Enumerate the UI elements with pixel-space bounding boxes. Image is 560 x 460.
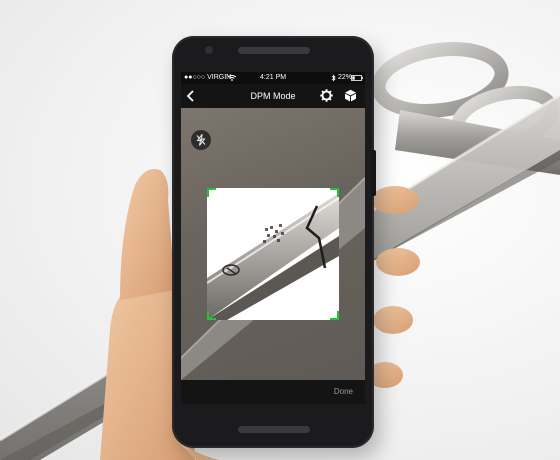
- chevron-left-icon[interactable]: [186, 90, 196, 102]
- scan-corner-bottom-left: [207, 311, 216, 320]
- phone-side-button: [371, 150, 376, 196]
- carrier-label: ●●○○○ VIRGIN: [184, 74, 232, 81]
- bottom-speaker-grille: [238, 426, 310, 433]
- bluetooth-icon: [331, 74, 336, 82]
- battery-icon: [351, 75, 363, 81]
- scan-corner-bottom-right: [330, 311, 339, 320]
- camera-viewfinder[interactable]: [181, 108, 365, 380]
- scan-corner-top-left: [207, 188, 216, 197]
- phone-screen: ●●○○○ VIRGIN 4:21 PM 22% DPM Mode Done: [181, 72, 365, 404]
- battery-percent: 22%: [338, 74, 353, 81]
- gear-icon[interactable]: [320, 89, 333, 102]
- bottom-bar: Done: [181, 380, 365, 404]
- cube-icon[interactable]: [344, 89, 357, 102]
- status-time: 4:21 PM: [260, 74, 287, 81]
- done-button[interactable]: Done: [334, 386, 353, 398]
- status-bar: ●●○○○ VIRGIN 4:21 PM 22%: [181, 72, 365, 84]
- flash-toggle-button[interactable]: [191, 130, 211, 150]
- nav-bar: DPM Mode: [181, 84, 365, 108]
- top-speaker-grille: [238, 47, 310, 54]
- wifi-icon: [228, 75, 236, 81]
- scan-corner-top-right: [330, 188, 339, 197]
- flash-off-icon: [196, 134, 206, 146]
- page-title: DPM Mode: [250, 91, 296, 101]
- scan-region: [207, 188, 339, 320]
- front-camera: [205, 46, 213, 54]
- scan-target-image: [207, 193, 339, 320]
- scene: ●●○○○ VIRGIN 4:21 PM 22% DPM Mode Done: [0, 0, 560, 460]
